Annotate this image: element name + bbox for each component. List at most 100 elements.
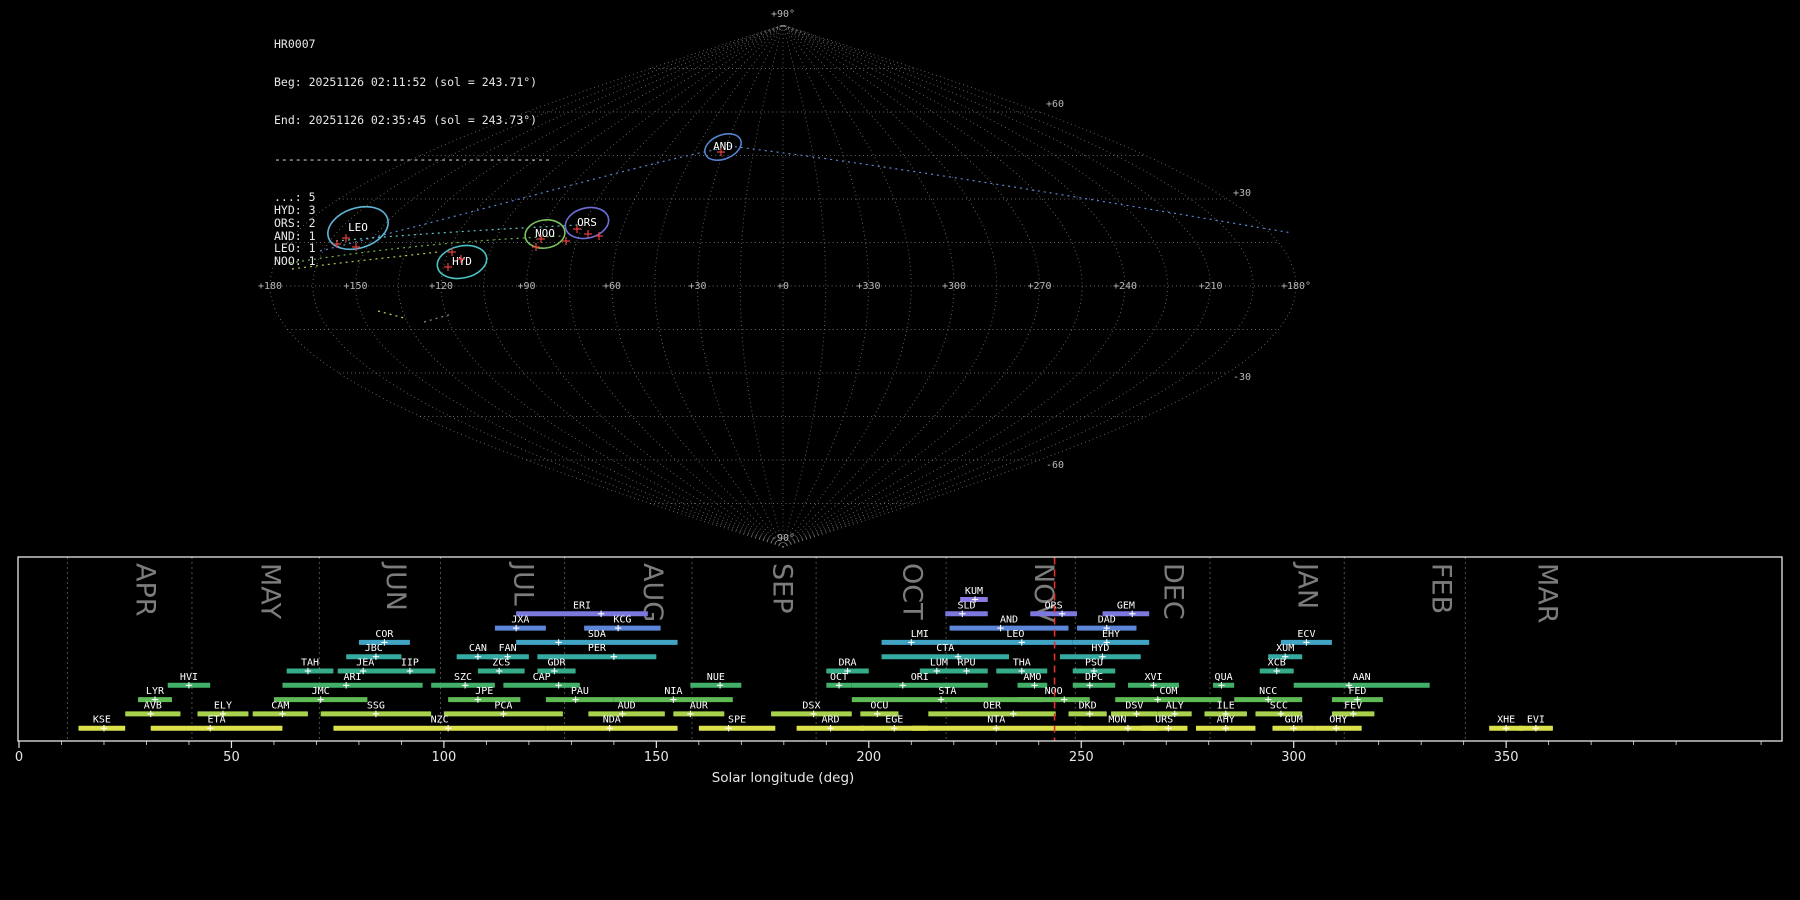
- sky-and-timeline-figure: LEO HYD NOO ORS AND +90° -90° +180 +150 +120 +90 +…: [15, 9, 1783, 786]
- tick-label: 0: [15, 750, 23, 765]
- pole-label-bottom: -90°: [771, 533, 795, 544]
- shower-label-JBC: JBC: [365, 643, 383, 654]
- shower-label-SDA: SDA: [588, 629, 606, 640]
- shower-label-ORI: ORI: [911, 672, 929, 683]
- lon-label: +90: [517, 281, 535, 292]
- shower-label-EHY: EHY: [1102, 629, 1120, 640]
- shower-label-THA: THA: [1013, 658, 1031, 669]
- shower-label-OCU: OCU: [870, 700, 888, 711]
- count-line: NOO: 1: [274, 254, 316, 269]
- tick-label: 200: [856, 750, 881, 765]
- shower-bar-EHY: [1072, 639, 1150, 645]
- lon-label: +270: [1027, 281, 1051, 292]
- radiant-label-AND: AND: [713, 140, 733, 153]
- shower-label-FAN: FAN: [499, 643, 517, 654]
- month-label-APR: APR: [129, 563, 160, 617]
- shower-label-LMI: LMI: [911, 629, 929, 640]
- shower-label-DSV: DSV: [1125, 700, 1143, 711]
- month-label-DEC: DEC: [1158, 563, 1189, 620]
- shower-label-HYD: HYD: [1091, 643, 1109, 654]
- activity-timeline-chart: APR MAY JUN JUL AUG SEP OCT NOV DEC JAN FEB MARKUME…: [15, 556, 1783, 786]
- shower-label-FEV: FEV: [1344, 700, 1362, 711]
- lon-label: +240: [1113, 281, 1137, 292]
- shower-label-NCC: NCC: [1259, 686, 1277, 697]
- shower-bar-SPE: [698, 725, 776, 731]
- obs-end: End: 20251126 02:35:45 (sol = 243.73°): [274, 113, 538, 128]
- shower-bar-SLD: [945, 611, 988, 617]
- shower-label-PER: PER: [588, 643, 607, 654]
- shower-label-QUA: QUA: [1215, 672, 1233, 683]
- shower-label-LYR: LYR: [146, 686, 165, 697]
- shower-label-EVI: EVI: [1527, 715, 1545, 726]
- grid-meridian: [782, 24, 1254, 548]
- shower-label-AUR: AUR: [690, 700, 709, 711]
- shower-label-ERI: ERI: [573, 600, 591, 611]
- shower-bar-NUE: [690, 682, 742, 688]
- shower-label-CAM: CAM: [271, 700, 289, 711]
- shower-label-CTA: CTA: [936, 643, 954, 654]
- month-label-JAN: JAN: [1291, 561, 1322, 609]
- radiant-label-ORS: ORS: [577, 216, 597, 229]
- shower-bar-ARI: [282, 682, 423, 688]
- shower-label-IIP: IIP: [401, 658, 419, 669]
- lat-label: +60: [1046, 99, 1064, 110]
- grid-meridian: [782, 24, 912, 548]
- pole-label-top: +90°: [771, 9, 795, 20]
- lon-label: +150: [343, 281, 367, 292]
- lon-label: +0: [777, 281, 789, 292]
- month-label-SEP: SEP: [767, 563, 798, 613]
- shower-label-SSG: SSG: [367, 700, 385, 711]
- shower-label-GUM: GUM: [1285, 715, 1303, 726]
- shower-label-NIA: NIA: [664, 686, 682, 697]
- tick-label: 250: [1069, 750, 1094, 765]
- shower-label-OHY: OHY: [1329, 715, 1347, 726]
- month-label-JUL: JUL: [508, 561, 539, 606]
- shower-label-PAU: PAU: [571, 686, 589, 697]
- month-label-MAY: MAY: [255, 563, 286, 620]
- tick-label: 50: [223, 750, 240, 765]
- shower-label-KCG: KCG: [613, 615, 631, 626]
- month-label-JUN: JUN: [380, 561, 411, 611]
- lon-label: +180°: [1281, 281, 1311, 292]
- grid-meridian: [782, 24, 827, 548]
- lon-label: +120: [429, 281, 453, 292]
- lat-label: -30: [1233, 372, 1251, 383]
- shower-label-NUE: NUE: [707, 672, 725, 683]
- x-axis-title: Solar longitude (deg): [712, 770, 855, 786]
- shower-label-CAP: CAP: [533, 672, 551, 683]
- shower-label-AVB: AVB: [144, 700, 162, 711]
- shower-label-ECV: ECV: [1297, 629, 1315, 640]
- separator-line: ----------------------------------------: [274, 151, 551, 166]
- shower-label-AUD: AUD: [618, 700, 636, 711]
- meteor-track: [423, 313, 453, 323]
- shower-label-FED: FED: [1348, 686, 1366, 697]
- lon-label: +180: [258, 281, 282, 292]
- shower-label-STA: STA: [938, 686, 956, 697]
- shower-label-TAH: TAH: [301, 658, 319, 669]
- shower-bar-CAP: [503, 682, 580, 688]
- shower-label-AHY: AHY: [1217, 715, 1235, 726]
- shower-label-GDR: GDR: [547, 658, 566, 669]
- shower-label-XHE: XHE: [1497, 715, 1515, 726]
- shower-label-KUM: KUM: [965, 586, 983, 597]
- shower-label-ZCS: ZCS: [492, 658, 510, 669]
- shower-label-JPE: JPE: [475, 686, 493, 697]
- shower-label-DRA: DRA: [839, 658, 857, 669]
- shower-label-SCC: SCC: [1270, 700, 1288, 711]
- month-label-OCT: OCT: [896, 563, 927, 620]
- shower-label-ARI: ARI: [344, 672, 362, 683]
- shower-bar-ORS: [1030, 611, 1078, 617]
- lon-label: +30: [688, 281, 706, 292]
- month-label-MAR: MAR: [1532, 563, 1563, 624]
- lon-label: +330: [856, 281, 880, 292]
- lon-label: +300: [942, 281, 966, 292]
- observation-info-panel: HR0007 Beg: 20251126 02:11:52 (sol = 243…: [274, 12, 551, 267]
- count-line: HYD: 3: [274, 202, 316, 217]
- shower-label-PCA: PCA: [494, 700, 512, 711]
- tick-label: 150: [644, 750, 669, 765]
- lon-label: +60: [603, 281, 621, 292]
- shower-label-AND: AND: [1000, 615, 1018, 626]
- shower-label-CAN: CAN: [469, 643, 487, 654]
- lat-label: +30: [1233, 188, 1251, 199]
- shower-label-HVI: HVI: [180, 672, 198, 683]
